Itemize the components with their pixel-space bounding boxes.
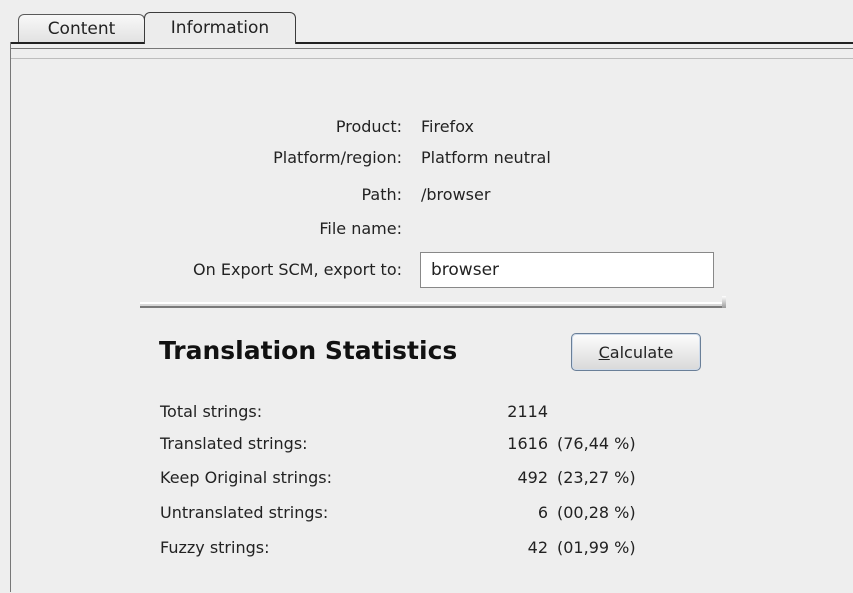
filename-label: File name: [319,219,402,238]
section-divider[interactable] [140,302,726,308]
calculate-mnemonic: C [598,342,610,362]
information-panel [11,58,853,593]
stat-count-untranslated: 6 [537,503,548,522]
product-label: Product: [335,117,402,136]
stat-label-keep-original: Keep Original strings: [160,468,332,487]
stats-title: Translation Statistics [159,336,458,365]
tab-content[interactable]: Content [18,14,145,42]
export-path-input[interactable] [420,252,714,288]
stat-label-fuzzy: Fuzzy strings: [160,538,270,557]
path-value: /browser [421,185,491,204]
stat-label-translated: Translated strings: [160,434,308,453]
divider-handle [722,296,726,308]
stat-percent-keep-original: (23,27 %) [557,468,636,487]
stat-count-total: 2114 [507,402,548,421]
stat-label-total: Total strings: [160,402,263,421]
stat-count-keep-original: 492 [517,468,548,487]
stat-count-translated: 1616 [507,434,548,453]
platform-value: Platform neutral [421,148,551,167]
path-label: Path: [361,185,402,204]
stat-label-untranslated: Untranslated strings: [160,503,329,522]
tab-bar-divider [10,42,853,44]
stat-percent-translated: (76,44 %) [557,434,636,453]
tab-information[interactable]: Information [144,12,296,44]
tab-bar-divider-shadow [10,48,853,49]
tab-bar: Content Information [0,0,853,49]
calculate-label-rest: alculate [609,342,674,362]
stat-count-fuzzy: 42 [527,538,548,557]
export-label: On Export SCM, export to: [193,260,402,279]
stat-percent-fuzzy: (01,99 %) [557,538,636,557]
calculate-button[interactable]: Calculate [571,333,701,371]
product-value: Firefox [421,117,474,136]
stat-percent-untranslated: (00,28 %) [557,503,636,522]
platform-label: Platform/region: [273,148,402,167]
